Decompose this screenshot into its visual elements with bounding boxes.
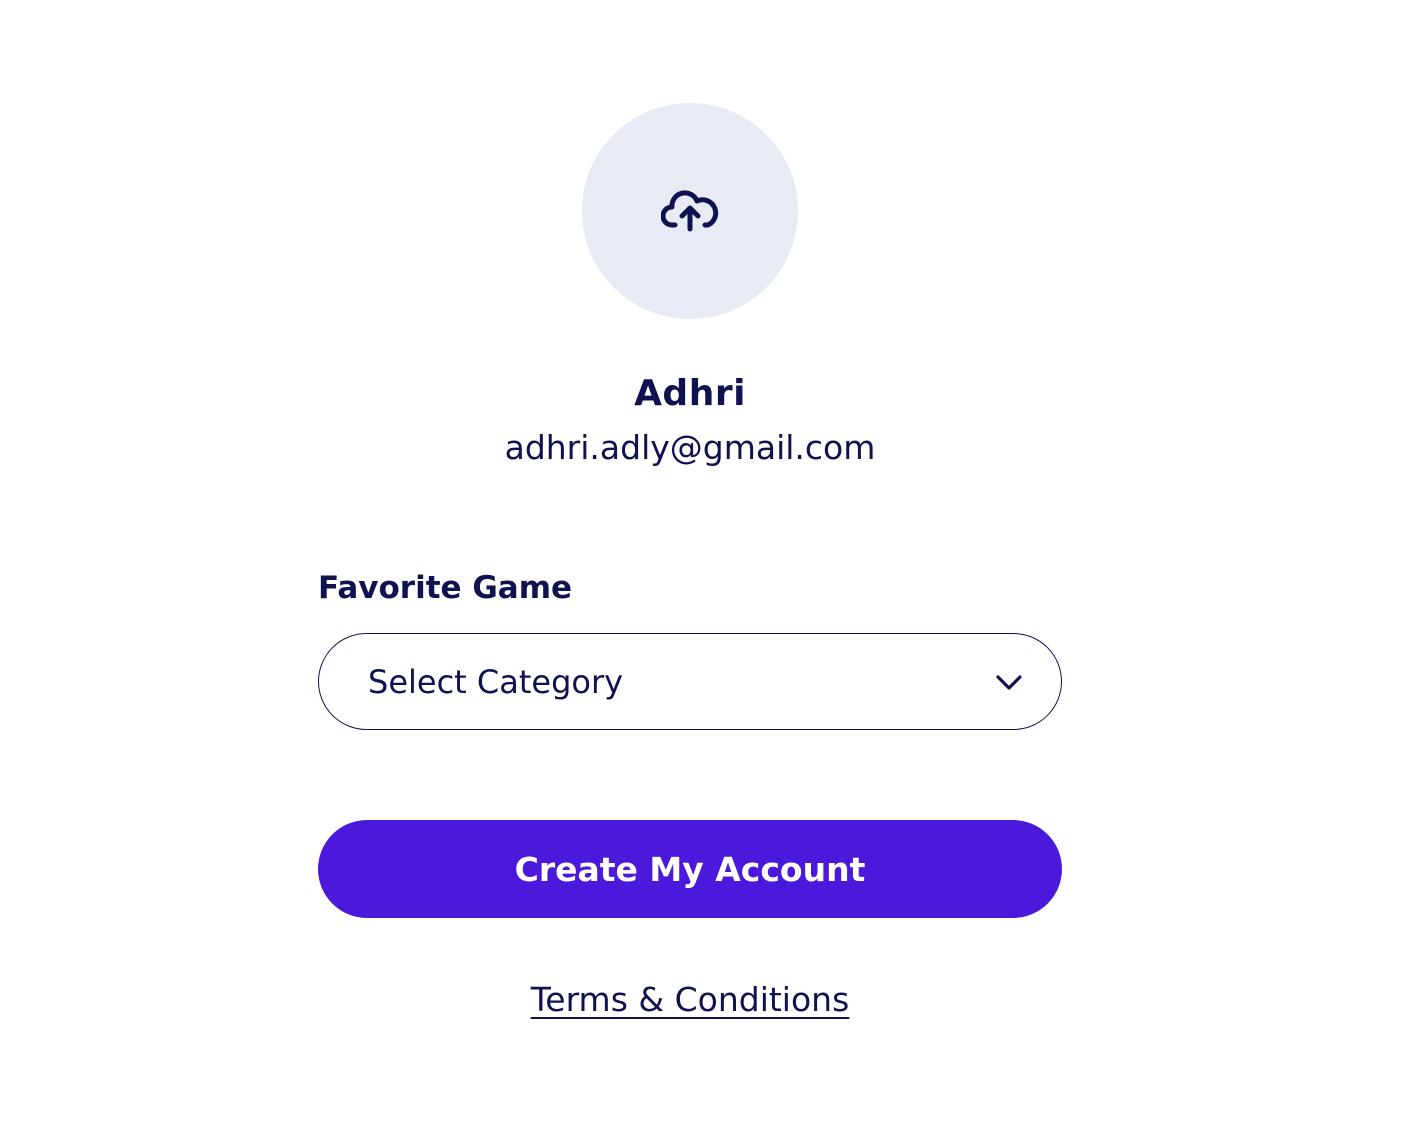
select-value: Select Category (368, 662, 624, 701)
user-name: Adhri (634, 373, 746, 414)
terms-and-conditions-link[interactable]: Terms & Conditions (531, 980, 850, 1019)
favorite-game-label: Favorite Game (318, 570, 573, 606)
cloud-upload-icon (661, 190, 719, 232)
create-account-button[interactable]: Create My Account (318, 820, 1062, 918)
create-account-page: Adhri adhri.adly@gmail.com Favorite Game… (0, 0, 1410, 1124)
avatar-upload-button[interactable] (582, 103, 798, 319)
favorite-game-select[interactable]: Select Category (318, 633, 1062, 730)
terms-container: Terms & Conditions (0, 980, 1380, 1019)
chevron-down-icon (996, 674, 1022, 690)
user-email: adhri.adly@gmail.com (504, 428, 876, 467)
